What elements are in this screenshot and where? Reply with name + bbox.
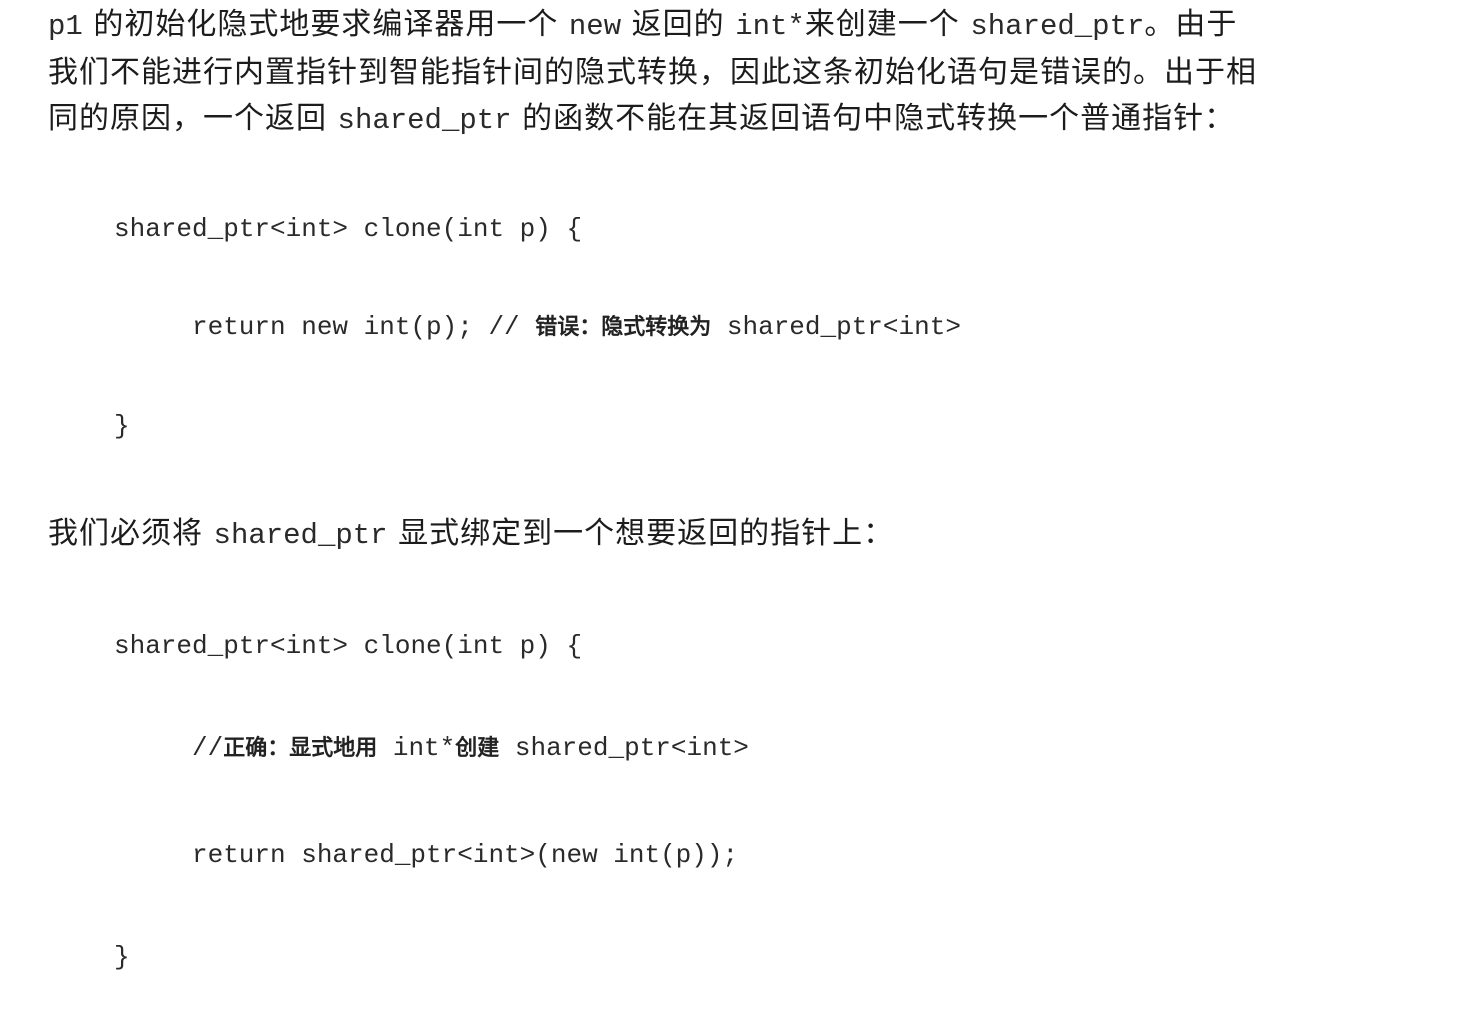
code-comment: 创建 <box>455 736 500 761</box>
code-line: return new int(p); // 错误：隐式转换为 shared_pt… <box>114 308 1448 347</box>
text-run: 我们不能进行内置指针到智能指针间的隐式转换，因此这条初始化语句是错误的。出于相 <box>48 55 1257 90</box>
code-text: shared_ptr<int> <box>711 312 961 342</box>
code-block-clone-wrong: shared_ptr<int> clone(int p) { return ne… <box>114 150 1448 505</box>
inline-code: new <box>568 10 622 43</box>
code-line: } <box>114 411 130 441</box>
code-comment: 正确：显式地用 <box>223 736 378 761</box>
inline-code: int* <box>735 10 805 43</box>
text-run: 返回的 <box>621 7 736 42</box>
code-comment: 错误：隐式转换为 <box>535 315 712 340</box>
code-block-clone-correct: shared_ptr<int> clone(int p) { //正确：显式地用… <box>114 567 1448 1036</box>
code-text: return new int(p); // <box>192 312 536 342</box>
code-text: // <box>192 733 224 763</box>
text-run: 来创建一个 <box>804 7 971 42</box>
inline-code: shared_ptr <box>970 10 1145 43</box>
text-run: 我们必须将 <box>48 516 214 551</box>
code-line: } <box>114 942 130 972</box>
text-run: 的初始化隐式地要求编译器用一个 <box>82 7 569 42</box>
text-run: 。由于 <box>1144 7 1238 42</box>
text-run: 的函数不能在其返回语句中隐式转换一个普通指针： <box>511 101 1236 136</box>
code-text: shared_ptr<int> <box>499 733 749 763</box>
inline-code: shared_ptr <box>213 519 388 552</box>
document-page: p1 的初始化隐式地要求编译器用一个 new 返回的 int*来创建一个 sha… <box>48 0 1448 1036</box>
code-line: return shared_ptr<int>(new int(p)); <box>192 840 739 870</box>
paragraph-2: 我们必须将 shared_ptr 显式绑定到一个想要返回的指针上： <box>48 511 1448 559</box>
code-line: //正确：显式地用 int*创建 shared_ptr<int> <box>114 725 1448 772</box>
paragraph-line-3: 同的原因，一个返回 shared_ptr 的函数不能在其返回语句中隐式转换一个普… <box>48 96 1448 144</box>
code-text: int* <box>377 733 456 763</box>
inline-code: shared_ptr <box>337 104 512 137</box>
paragraph-line-1: p1 的初始化隐式地要求编译器用一个 new 返回的 int*来创建一个 sha… <box>48 0 1448 50</box>
text-run: 同的原因，一个返回 <box>48 101 338 136</box>
code-line: shared_ptr<int> clone(int p) { <box>114 214 583 244</box>
paragraph-line-2: 我们不能进行内置指针到智能指针间的隐式转换，因此这条初始化语句是错误的。出于相 <box>48 50 1448 96</box>
text-run: 显式绑定到一个想要返回的指针上： <box>387 516 895 551</box>
code-line: shared_ptr<int> clone(int p) { <box>114 631 583 661</box>
inline-code: p1 <box>48 10 83 43</box>
